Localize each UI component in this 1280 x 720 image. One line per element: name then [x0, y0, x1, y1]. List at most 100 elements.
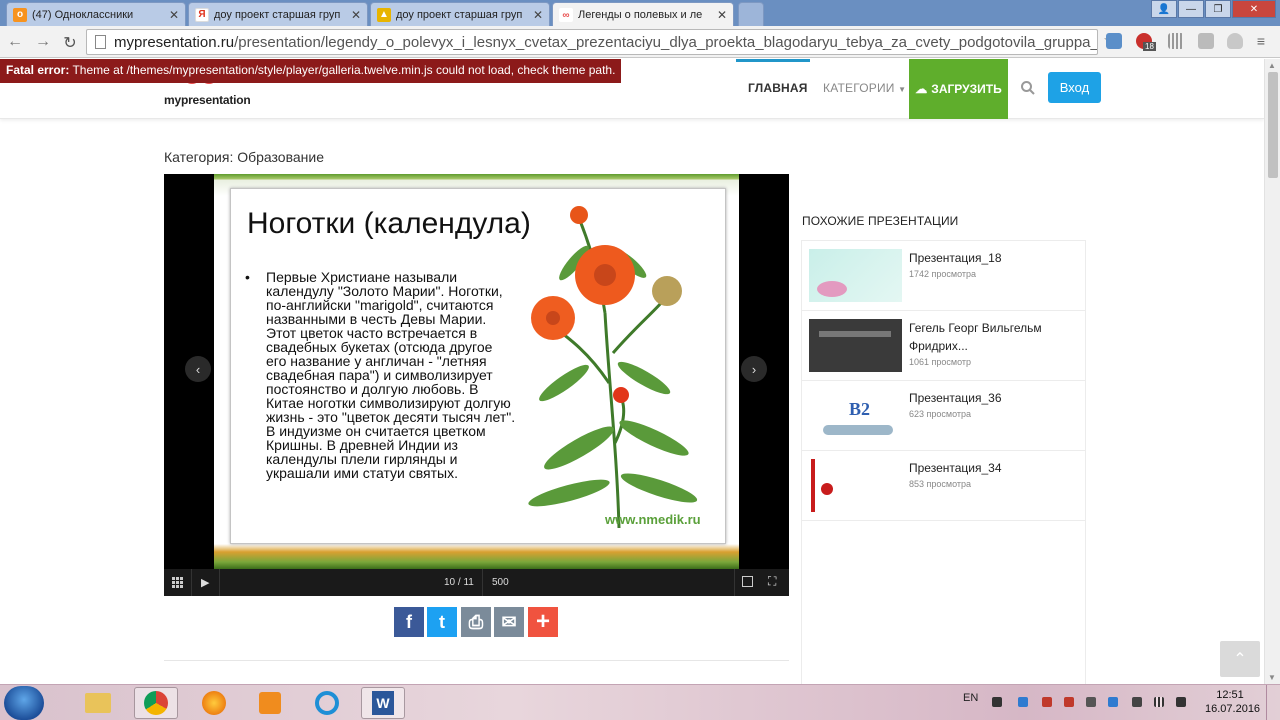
print-button[interactable]: ⎙	[461, 607, 491, 637]
tab-folder[interactable]: ▲ доу проект старшая груп ✕	[370, 2, 550, 26]
close-icon[interactable]: ✕	[169, 8, 179, 22]
nav-categories[interactable]: КАТЕГОРИИ ▼	[823, 81, 906, 95]
language-indicator[interactable]: EN	[963, 692, 978, 704]
close-icon[interactable]: ✕	[533, 8, 543, 22]
related-heading: ПОХОЖИЕ ПРЕЗЕНТАЦИИ	[802, 214, 959, 228]
media-app[interactable]	[248, 687, 292, 719]
related-item[interactable]: B2 Презентация_36 623 просмотра	[802, 381, 1085, 451]
address-bar[interactable]: mypresentation.ru /presentation/legendy_…	[86, 29, 1098, 55]
facebook-share-button[interactable]: f	[394, 607, 424, 637]
divider	[734, 569, 735, 596]
play-icon[interactable]: ▶	[201, 576, 209, 589]
twitter-share-button[interactable]: t	[427, 607, 457, 637]
volume-icon[interactable]	[1132, 697, 1142, 707]
search-icon[interactable]	[1020, 80, 1036, 96]
tab-odnoklassniki[interactable]: o (47) Одноклассники ✕	[6, 2, 186, 26]
scroll-to-top-button[interactable]: ⌃	[1220, 641, 1260, 677]
firefox-app[interactable]	[192, 687, 236, 719]
related-title[interactable]: Гегель Георг Вильгельм Фридрих...	[909, 319, 1079, 355]
related-list: Презентация_18 1742 просмотра Гегель Гео…	[801, 240, 1086, 684]
related-item[interactable]: Гегель Георг Вильгельм Фридрих... 1061 п…	[802, 311, 1085, 381]
scroll-up-icon[interactable]: ▲	[1268, 61, 1276, 70]
minimize-button[interactable]: —	[1178, 0, 1204, 18]
slide-title: Ноготки (календула)	[247, 207, 531, 240]
next-slide-button[interactable]: ›	[741, 356, 767, 382]
slide-body: Первые Христиане называли календулу "Зол…	[266, 269, 516, 481]
print-icon: ⎙	[468, 611, 484, 632]
barcode-icon[interactable]	[1168, 33, 1184, 49]
shield-icon[interactable]	[1227, 33, 1243, 49]
nav-home[interactable]: ГЛАВНАЯ	[748, 81, 808, 95]
fullscreen-icon[interactable]: ⛶	[768, 574, 776, 589]
mypresentation-icon: ∞	[559, 8, 573, 22]
user-icon[interactable]: 👤	[1151, 0, 1177, 18]
popout-icon[interactable]	[742, 576, 753, 587]
upload-button[interactable]: ☁ ЗАГРУЗИТЬ	[909, 59, 1008, 119]
login-button[interactable]: Вход	[1048, 72, 1101, 103]
tray-icon[interactable]	[1064, 697, 1074, 707]
fatal-error-banner: Fatal error: Theme at /themes/mypresenta…	[0, 59, 622, 83]
volume-muted-icon[interactable]	[1086, 697, 1096, 707]
related-title[interactable]: Презентация_18	[909, 249, 1079, 267]
back-icon[interactable]: ←	[6, 33, 24, 51]
related-item[interactable]: Презентация_34 853 просмотра	[802, 451, 1085, 521]
clock-time: 12:51	[1216, 689, 1244, 701]
tray-icon[interactable]	[1042, 697, 1052, 707]
clock-date: 16.07.2016	[1205, 703, 1261, 715]
page-scrollbar[interactable]: ▲ ▼	[1264, 59, 1280, 684]
scrollbar-thumb[interactable]	[1268, 72, 1278, 178]
slide-credit: www.nmedik.ru	[605, 512, 701, 527]
tab-yandex[interactable]: Я доу проект старшая груп ✕	[188, 2, 368, 26]
reload-icon[interactable]: ↻	[61, 33, 79, 53]
tab-mypresentation[interactable]: ∞ Легенды о полевых и ле ✕	[552, 2, 734, 27]
window-controls: 👤 — ❐ ✕	[1150, 0, 1276, 18]
menu-icon[interactable]: ≡	[1252, 33, 1270, 49]
player-controls: ▶ 10 / 11 500 ⛶	[164, 569, 789, 596]
tray-icon[interactable]	[1018, 697, 1028, 707]
start-button[interactable]	[4, 686, 44, 720]
related-item[interactable]: Презентация_18 1742 просмотра	[802, 241, 1085, 311]
slide: Ноготки (календула) • Первые Христиане н…	[214, 174, 739, 569]
explorer-app[interactable]	[76, 687, 120, 719]
chrome-icon	[144, 691, 168, 715]
thumbnails-icon[interactable]	[172, 577, 183, 588]
word-app[interactable]: W	[361, 687, 405, 719]
close-window-button[interactable]: ✕	[1232, 0, 1276, 18]
scroll-down-icon[interactable]: ▼	[1268, 673, 1276, 682]
url-path: /presentation/legendy_o_polevyx_i_lesnyx…	[234, 33, 1098, 51]
related-thumbnail[interactable]: B2	[809, 389, 902, 442]
show-desktop-button[interactable]	[1266, 685, 1280, 720]
yandex-icon: Я	[195, 7, 209, 22]
related-thumbnail[interactable]	[809, 459, 902, 512]
slide-content: Ноготки (календула) • Первые Христиане н…	[230, 188, 726, 544]
email-share-button[interactable]: ✉	[494, 607, 524, 637]
system-clock[interactable]: 12:51 16.07.2016	[1205, 688, 1261, 716]
thumb-decoration	[819, 331, 891, 337]
more-share-button[interactable]: +	[528, 607, 558, 637]
tray-icon[interactable]	[1108, 697, 1118, 707]
new-tab-button[interactable]	[738, 2, 764, 26]
forward-icon[interactable]: →	[34, 33, 52, 51]
twitter-icon: t	[439, 611, 445, 632]
related-thumbnail[interactable]	[809, 249, 902, 302]
ie-app[interactable]	[305, 687, 349, 719]
category-line: Категория: Образование	[164, 149, 325, 165]
tray-icon[interactable]	[992, 697, 1002, 707]
related-title[interactable]: Презентация_34	[909, 459, 1079, 477]
chrome-app[interactable]	[134, 687, 178, 719]
network-icon[interactable]	[1154, 697, 1164, 707]
maximize-button[interactable]: ❐	[1205, 0, 1231, 18]
puzzle-icon[interactable]	[1198, 33, 1214, 49]
flag-icon[interactable]	[1176, 697, 1186, 707]
player-number: 500	[492, 577, 509, 588]
nav-categories-label: КАТЕГОРИИ	[823, 81, 895, 95]
close-icon[interactable]: ✕	[717, 8, 727, 22]
error-label: Fatal error:	[6, 63, 70, 77]
extension-icon[interactable]	[1106, 33, 1122, 49]
related-title[interactable]: Презентация_36	[909, 389, 1079, 407]
content-divider	[164, 660, 789, 661]
site-logo[interactable]: mypresentation	[164, 93, 251, 107]
related-thumbnail[interactable]	[809, 319, 902, 372]
prev-slide-button[interactable]: ‹	[185, 356, 211, 382]
close-icon[interactable]: ✕	[351, 8, 361, 22]
